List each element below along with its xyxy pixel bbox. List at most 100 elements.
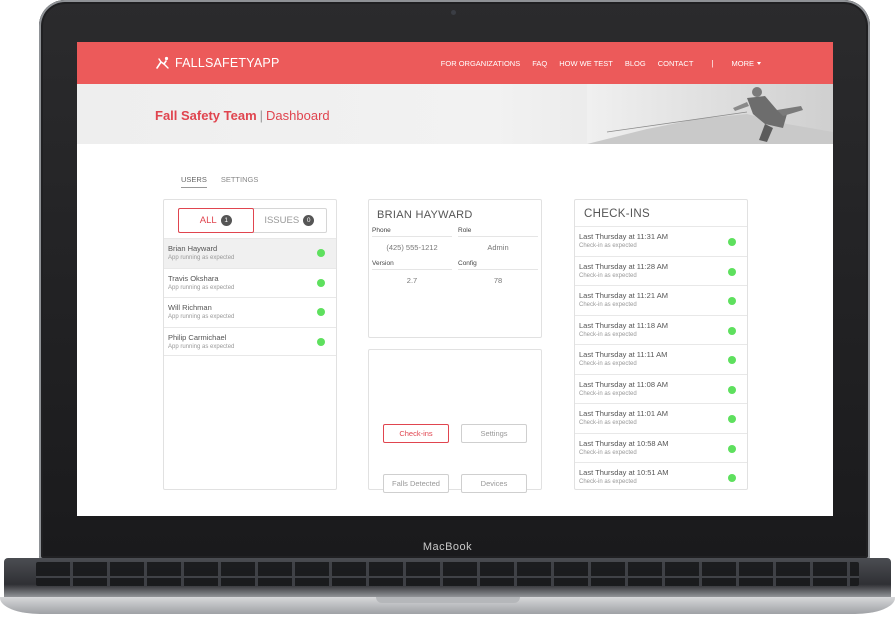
nav-separator: | [711,58,714,68]
nav-faq[interactable]: FAQ [532,59,547,68]
user-status: App running as expected [168,255,235,261]
nav-how-we-test[interactable]: HOW WE TEST [559,59,613,68]
devices-button[interactable]: Devices [461,474,527,493]
checkin-row[interactable]: Last Thursday at 11:28 AM Check-in as exp… [575,255,747,286]
filter-all-label: ALL [199,215,217,226]
checkin-status: Check-in as expected [579,449,637,456]
navbar: FALLSAFETYAPP FOR ORGANIZATIONS FAQ HOW … [77,42,833,84]
checkin-status: Check-in as expected [579,420,637,426]
page-name: Dashboard [266,108,330,123]
checkin-time: Last Thursday at 11:08 AM [579,379,668,389]
checkin-time: Last Thursday at 10:51 AM [579,468,669,477]
main-nav: FOR ORGANIZATIONS FAQ HOW WE TEST BLOG C… [441,42,761,84]
field-label: Version [372,260,452,270]
field-label: Role [458,227,538,237]
user-row[interactable]: Philip Carmichael App running as expecte… [164,326,336,356]
nav-for-organizations[interactable]: FOR ORGANIZATIONS [441,59,520,68]
title-separator: | [259,108,264,123]
field-phone: Phone (425) 555-1212 [372,227,452,252]
checkin-status: Check-in as expected [579,390,637,397]
checkin-row[interactable]: Last Thursday at 11:08 AM Check-in as exp… [575,373,747,404]
checkin-time: Last Thursday at 11:31 AM [579,232,668,241]
status-dot-icon [728,297,736,305]
status-dot-icon [728,474,736,482]
filter-issues-button[interactable]: ISSUES 0 [253,209,327,232]
keyboard-keys [36,562,859,586]
field-value: 2.7 [406,276,418,285]
checkin-row[interactable]: Last Thursday at 11:21 AM Check-in as exp… [575,285,747,315]
checkin-status: Check-in as expected [579,272,637,279]
nav-more-label: MORE [731,58,755,68]
nav-blog[interactable]: BLOG [625,59,646,68]
checkin-status: Check-in as expected [579,302,637,308]
user-name: Will Richman [168,303,212,312]
screen: FALLSAFETYAPP FOR ORGANIZATIONS FAQ HOW … [77,42,833,516]
actions-panel: Check-ins Settings Falls Detected Device… [368,349,542,493]
checkins-panel: CHECK-INS Last Thursday at 11:31 AM Check… [574,199,748,490]
user-detail-panel: BRIAN HAYWARD Phone (425) 555-1212 Role … [368,199,542,338]
checkin-time: Last Thursday at 11:21 AM [579,291,668,300]
field-value: Admin [487,243,509,252]
status-dot-icon [728,238,736,246]
checkin-row[interactable]: Last Thursday at 11:01 AM Check-in as exp… [575,403,747,433]
checkin-row[interactable]: Last Thursday at 11:18 AM Check-in as exp… [575,314,747,345]
camera-icon [451,10,456,15]
field-config: Config 78 [458,260,538,285]
filter-all-button[interactable]: ALL 1 [178,208,254,233]
user-row[interactable]: Brian Hayward App running as expected [164,238,336,268]
status-dot-icon [728,415,736,423]
checkin-row[interactable]: Last Thursday at 10:58 AM Check-in as exp… [575,432,747,463]
filter-all-count: 1 [220,215,232,226]
user-name: Philip Carmichael [168,332,227,342]
field-value: (425) 555-1212 [386,243,438,252]
user-name: Travis Okshara [168,273,219,283]
climber-photo [587,84,833,144]
falls-detected-button[interactable]: Falls Detected [383,474,449,493]
checkin-time: Last Thursday at 11:28 AM [579,261,668,271]
user-status: App running as expected [168,314,235,320]
checkin-status: Check-in as expected [579,331,637,338]
logo[interactable]: FALLSAFETYAPP [156,54,280,72]
checkin-list: Last Thursday at 11:31 AM Check-in as exp… [575,226,747,492]
checkin-row[interactable]: Last Thursday at 11:11 AM Check-in as exp… [575,344,747,374]
status-dot-icon [728,385,736,394]
checkin-status: Check-in as expected [579,243,637,249]
user-filter: ALL 1 ISSUES 0 [178,208,327,233]
nav-contact[interactable]: CONTACT [658,59,694,68]
nav-more-dropdown[interactable]: MORE [731,58,761,68]
user-status: App running as expected [168,343,235,350]
logo-text: FALLSAFETYAPP [175,56,280,70]
status-dot-icon [317,308,325,316]
user-name: Brian Hayward [168,244,218,253]
field-role: Role Admin [458,227,538,252]
user-row[interactable]: Travis Okshara App running as expected [164,267,336,298]
checkin-row[interactable]: Last Thursday at 11:31 AM Check-in as exp… [575,226,747,256]
tab-settings[interactable]: SETTINGS [221,175,259,188]
filter-issues-count: 0 [303,215,315,226]
user-list: Brian Hayward App running as expected Tr… [164,238,336,356]
field-version: Version 2.7 [372,260,452,285]
status-dot-icon [317,249,325,257]
checkin-row[interactable]: Last Thursday at 10:51 AM Check-in as exp… [575,462,747,492]
checkin-status: Check-in as expected [579,479,637,485]
checkins-button[interactable]: Check-ins [383,424,449,443]
team-name: Fall Safety Team [155,108,257,123]
settings-button[interactable]: Settings [461,424,527,443]
checkin-time: Last Thursday at 11:01 AM [579,409,668,418]
checkin-time: Last Thursday at 10:58 AM [579,438,669,448]
checkin-status: Check-in as expected [579,361,637,367]
checkins-title: CHECK-INS [584,208,650,220]
keyboard-row-divider [36,576,859,578]
status-dot-icon [728,267,736,276]
status-dot-icon [728,444,736,453]
tab-users[interactable]: USERS [181,175,207,188]
hero-banner: Fall Safety Team | Dashboard [77,84,833,144]
fall-safety-logo-icon [156,56,169,69]
user-row[interactable]: Will Richman App running as expected [164,297,336,327]
section-tabs: USERS SETTINGS [181,175,258,188]
filter-issues-label: ISSUES [264,215,300,226]
page-title: Fall Safety Team | Dashboard [155,108,330,123]
laptop-notch [376,597,520,603]
checkin-time: Last Thursday at 11:18 AM [579,320,668,330]
status-dot-icon [317,337,325,346]
